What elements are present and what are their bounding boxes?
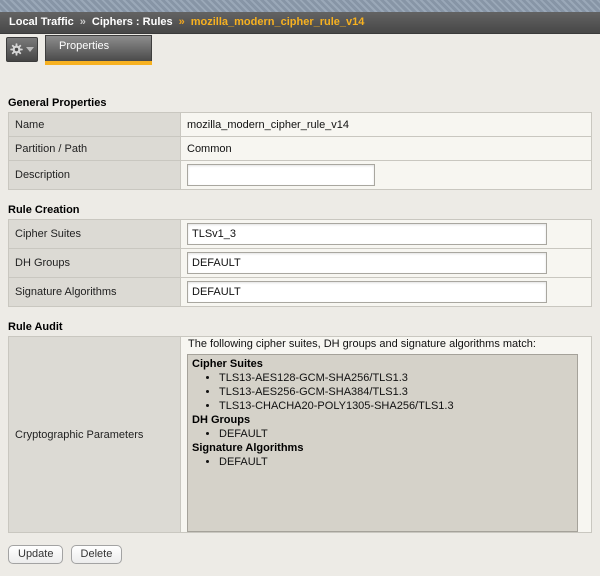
signature-algorithms-label: Signature Algorithms [9, 278, 181, 307]
audit-results-box: Cipher Suites TLS13-AES128-GCM-SHA256/TL… [187, 354, 578, 532]
table-row-cipher-suites: Cipher Suites [9, 220, 592, 249]
breadcrumb-separator: » [179, 16, 185, 28]
top-banner-stripes [0, 0, 600, 12]
breadcrumb: Local Traffic » Ciphers : Rules » mozilla_mo… [0, 12, 600, 34]
audit-intro-text: The following cipher suites, DH groups a… [188, 338, 591, 350]
audit-group-heading-signature-algorithms: Signature Algorithms [192, 441, 571, 455]
cipher-suites-input[interactable] [187, 223, 547, 245]
list-item: DEFAULT [219, 455, 571, 469]
settings-menu-button[interactable] [6, 37, 38, 62]
active-tab-underline [45, 61, 152, 65]
breadcrumb-current-rule: mozilla_modern_cipher_rule_v14 [191, 16, 365, 28]
list-item: DEFAULT [219, 427, 571, 441]
dh-groups-input[interactable] [187, 252, 547, 274]
table-row-dh-groups: DH Groups [9, 249, 592, 278]
audit-dh-groups-list: DEFAULT [192, 427, 571, 441]
chevron-down-icon [26, 47, 34, 52]
audit-signature-algorithms-list: DEFAULT [192, 455, 571, 469]
table-row-partition: Partition / Path Common [9, 137, 592, 161]
list-item: TLS13-CHACHA20-POLY1305-SHA256/TLS1.3 [219, 399, 571, 413]
list-item: TLS13-AES128-GCM-SHA256/TLS1.3 [219, 371, 571, 385]
description-label: Description [9, 161, 181, 190]
audit-group-heading-cipher-suites: Cipher Suites [192, 357, 571, 371]
breadcrumb-local-traffic[interactable]: Local Traffic [9, 16, 74, 28]
breadcrumb-separator: » [80, 16, 86, 28]
partition-path-label: Partition / Path [9, 137, 181, 161]
gear-icon [10, 43, 23, 56]
section-title-general-properties: General Properties [8, 97, 592, 109]
list-item: TLS13-AES256-GCM-SHA384/TLS1.3 [219, 385, 571, 399]
rule-creation-table: Cipher Suites DH Groups Signature Algori… [8, 219, 592, 307]
name-value: mozilla_modern_cipher_rule_v14 [181, 113, 592, 137]
section-title-rule-creation: Rule Creation [8, 204, 592, 216]
cipher-suites-label: Cipher Suites [9, 220, 181, 249]
table-row-name: Name mozilla_modern_cipher_rule_v14 [9, 113, 592, 137]
audit-group-heading-dh-groups: DH Groups [192, 413, 571, 427]
breadcrumb-ciphers-rules[interactable]: Ciphers : Rules [92, 16, 173, 28]
rule-audit-table: Cryptographic Parameters The following c… [8, 336, 592, 533]
main-content: General Properties Name mozilla_modern_c… [0, 97, 600, 564]
audit-cipher-suites-list: TLS13-AES128-GCM-SHA256/TLS1.3 TLS13-AES… [192, 371, 571, 413]
tab-bar: Properties [0, 34, 600, 64]
general-properties-table: Name mozilla_modern_cipher_rule_v14 Part… [8, 112, 592, 190]
delete-button[interactable]: Delete [71, 545, 123, 564]
dh-groups-label: DH Groups [9, 249, 181, 278]
section-title-rule-audit: Rule Audit [8, 321, 592, 333]
description-input[interactable] [187, 164, 375, 186]
signature-algorithms-input[interactable] [187, 281, 547, 303]
partition-path-value: Common [181, 137, 592, 161]
tab-properties[interactable]: Properties [45, 35, 152, 61]
name-label: Name [9, 113, 181, 137]
table-row-description: Description [9, 161, 592, 190]
table-row-cryptographic-parameters: Cryptographic Parameters The following c… [9, 337, 592, 533]
action-button-row: Update Delete [8, 545, 592, 564]
update-button[interactable]: Update [8, 545, 63, 564]
cryptographic-parameters-label: Cryptographic Parameters [9, 337, 181, 533]
table-row-signature-algorithms: Signature Algorithms [9, 278, 592, 307]
